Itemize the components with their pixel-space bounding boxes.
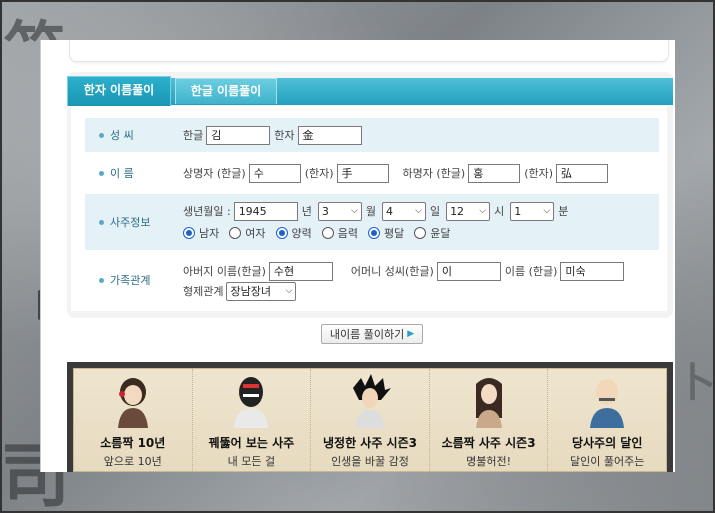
mother-surname-label: 어머니 성씨(한글) (350, 265, 434, 278)
birth-month-select[interactable]: 3 ⌵ (317, 201, 362, 221)
hour-unit: 시 (494, 205, 505, 218)
card-title: 소름짝 사주 시즌3 (441, 436, 536, 450)
card-subtitle: 앞으로 10년 (103, 455, 162, 468)
banner-card-2[interactable]: 꿰뚫어 보는 사주 내 모든 걸 (193, 369, 312, 471)
month-unit: 월 (365, 205, 376, 218)
father-name-label: 아버지 이름(한글) (183, 265, 266, 278)
given-name-row: 이 름 상명자 (한글) 수 (한자) 手 하명자 (한글) 홍 (한자) 弘 (85, 156, 659, 190)
chevron-down-icon: ⌵ (350, 205, 358, 216)
long-hair-woman-icon (475, 378, 502, 428)
surname-hanja-input[interactable]: 金 (297, 125, 362, 145)
sibling-label: 형제관계 (183, 285, 224, 298)
calendar-solar-option[interactable]: 양력 (275, 225, 312, 241)
banner-card-row: 소름짝 10년 앞으로 10년 꿰뚫어 보는 사주 내 모든 걸 냉정한 사주 … (73, 368, 667, 472)
sibling-select[interactable]: 장남장녀 ⌵ (226, 281, 297, 301)
radio-checked-icon[interactable] (183, 227, 195, 239)
bullet-icon (99, 219, 104, 225)
submit-name-analysis-button[interactable]: 내이름 풀이하기 ▶ (321, 324, 423, 344)
banner-card-3[interactable]: 냉정한 사주 시즌3 인생을 바꿀 감정 (311, 369, 430, 471)
card-title: 냉정한 사주 시즌3 (322, 436, 417, 450)
radio-checked-icon[interactable] (275, 227, 288, 239)
lower-name-hangul-label: 하명자 (한글) (402, 167, 466, 180)
card-subtitle: 명불허전! (466, 455, 512, 468)
upper-name-hanja-label: (한자) (304, 167, 334, 180)
family-label: 가족관계 (85, 272, 183, 288)
surname-label: 성 씨 (85, 127, 183, 143)
background-mark: 卜 (676, 359, 715, 406)
day-unit: 일 (429, 205, 441, 218)
bald-scholar-icon (590, 379, 625, 428)
card-subtitle: 내 모든 걸 (227, 455, 276, 468)
birth-day-select[interactable]: 4 ⌵ (381, 201, 426, 221)
card-title: 소름짝 10년 (100, 436, 166, 450)
name-form: 성 씨 한글 김 한자 金 이 름 상명자 (한글) 수 (한자) 手 하명자 … (71, 106, 667, 311)
chevron-down-icon: ⌵ (415, 205, 422, 216)
minute-unit: 분 (558, 205, 569, 218)
gender-female-option[interactable]: 여자 (229, 225, 266, 241)
birth-hour-select[interactable]: 12 ⌵ (446, 201, 491, 221)
tab-hanja-name[interactable]: 한자 이름풀이 (67, 76, 171, 106)
mother-name-label: 이름 (한글) (504, 265, 558, 278)
calendar-lunar-option[interactable]: 음력 (321, 225, 358, 241)
gender-male-option[interactable]: 남자 (183, 225, 219, 241)
content-panel: 한자 이름풀이 한글 이름풀이 성 씨 한글 김 한자 金 이 름 상명자 (한… (40, 40, 675, 472)
arrow-right-icon: ▶ (407, 329, 415, 339)
radio-unchecked-icon[interactable] (229, 227, 242, 239)
saju-label: 사주정보 (85, 214, 183, 230)
father-name-input[interactable]: 수현 (268, 261, 333, 281)
saju-service-banner: 소름짝 10년 앞으로 10년 꿰뚫어 보는 사주 내 모든 걸 냉정한 사주 … (67, 362, 673, 472)
chevron-down-icon: ⌵ (479, 205, 487, 216)
upper-name-hangul-label: 상명자 (한글) (183, 167, 246, 180)
month-normal-option[interactable]: 평달 (368, 225, 404, 241)
lower-name-hanja-input[interactable]: 弘 (556, 163, 609, 183)
woman-fortune-teller-icon (117, 378, 148, 428)
lower-name-hanja-label: (한자) (524, 167, 554, 180)
tab-hangul-name[interactable]: 한글 이름풀이 (175, 78, 277, 104)
bullet-icon (99, 170, 104, 176)
bullet-icon (99, 277, 104, 283)
given-name-label: 이 름 (85, 165, 183, 181)
banner-card-5[interactable]: 당사주의 달인 달인이 풀어주는 (548, 369, 666, 471)
birth-minute-select[interactable]: 1 ⌵ (510, 201, 555, 221)
surname-row: 성 씨 한글 김 한자 金 (85, 118, 659, 152)
mother-surname-input[interactable]: 이 (436, 261, 501, 281)
upper-name-hangul-input[interactable]: 수 (248, 163, 301, 183)
banner-card-4[interactable]: 소름짝 사주 시즌3 명불허전! (430, 369, 549, 471)
surname-hangul-label: 한글 (183, 129, 204, 142)
birth-year-input[interactable]: 1945 (233, 201, 298, 221)
card-title: 당사주의 달인 (571, 436, 643, 450)
surname-hanja-label: 한자 (274, 129, 295, 142)
masked-figure-icon (234, 377, 269, 428)
radio-unchecked-icon[interactable] (321, 227, 334, 239)
mother-name-input[interactable]: 미숙 (560, 261, 625, 281)
year-unit: 년 (301, 205, 312, 218)
chevron-down-icon: ⌵ (543, 205, 551, 216)
card-title: 꿰뚫어 보는 사주 (208, 436, 295, 450)
card-subtitle: 인생을 바꿀 감정 (331, 455, 409, 468)
card-subtitle: 달인이 풀어주는 (570, 455, 645, 468)
radio-checked-icon[interactable] (368, 227, 380, 239)
upper-name-hanja-input[interactable]: 手 (336, 163, 389, 183)
family-row: 가족관계 아버지 이름(한글) 수현 어머니 성씨(한글) 이 이름 (한글) … (85, 254, 659, 306)
lower-name-hangul-input[interactable]: 홍 (468, 163, 521, 183)
surname-hangul-input[interactable]: 김 (206, 125, 271, 145)
top-box-edge (69, 40, 669, 62)
month-leap-option[interactable]: 윤달 (414, 225, 451, 241)
birth-date-label: 생년월일 : (183, 205, 231, 218)
bullet-icon (99, 132, 104, 138)
saju-row: 사주정보 생년월일 : 1945 년 3 ⌵ 월 4 ⌵ 일 12 ⌵ 시 1 … (85, 194, 659, 250)
spiky-hair-man-icon (352, 374, 391, 428)
banner-card-1[interactable]: 소름짝 10년 앞으로 10년 (74, 369, 193, 471)
chevron-down-icon: ⌵ (285, 285, 293, 296)
radio-unchecked-icon[interactable] (414, 227, 427, 239)
